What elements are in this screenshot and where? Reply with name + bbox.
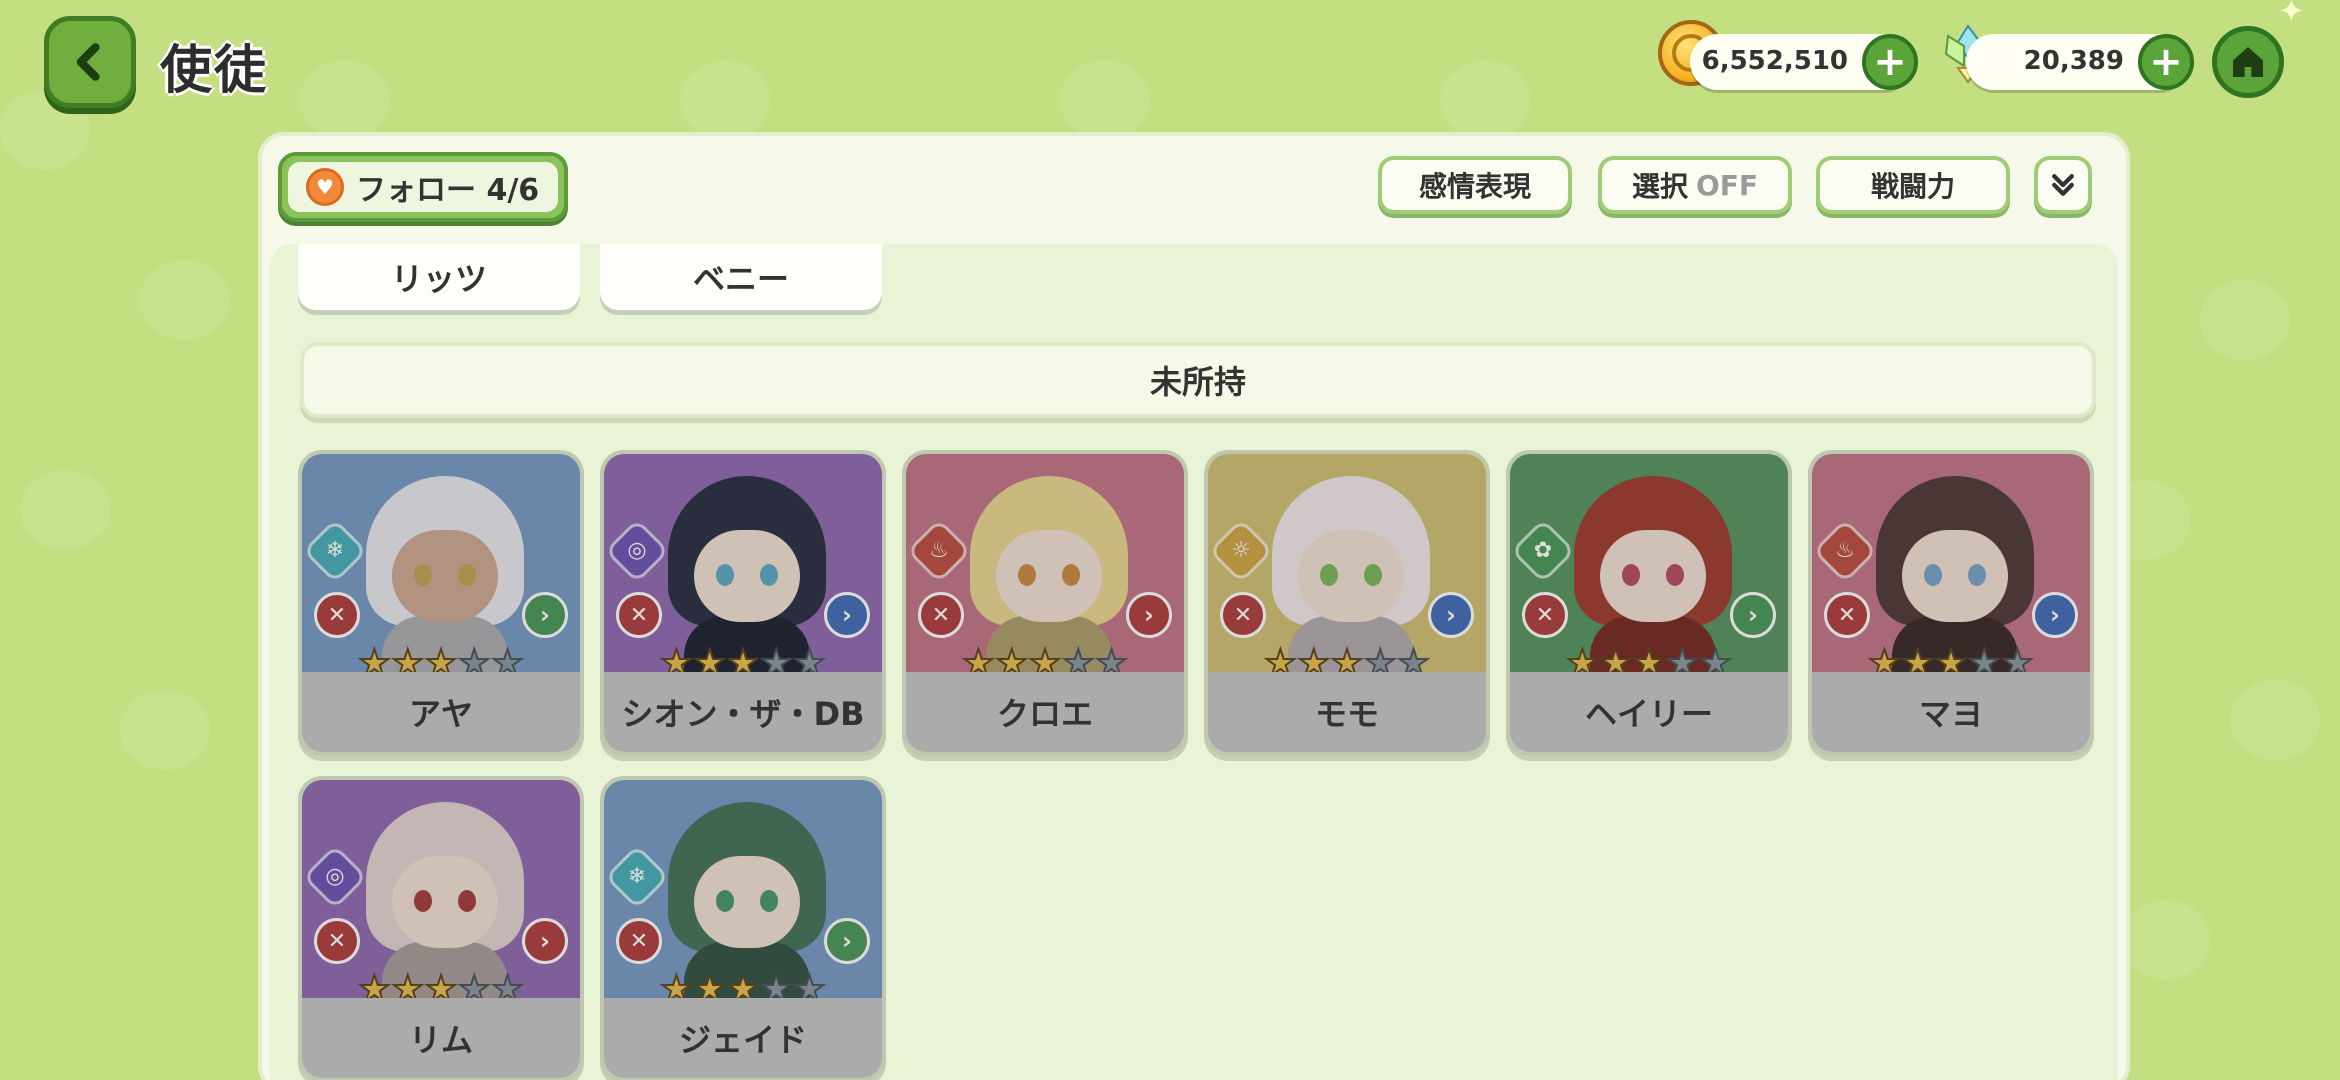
- select-toggle-button[interactable]: 選択 OFF: [1598, 156, 1792, 214]
- sparkle-icon: ✦: [2278, 0, 2305, 30]
- expand-button[interactable]: [2034, 156, 2092, 214]
- character-card[interactable]: ❄ ✕ › ★ ★ ★ ★ ★ アヤ: [298, 450, 584, 756]
- character-name: リム: [302, 998, 580, 1078]
- chevron-left-icon: [76, 43, 100, 81]
- add-crystals-button[interactable]: +: [2138, 34, 2194, 90]
- follow-button[interactable]: ♥ フォロー 4/6: [278, 152, 568, 222]
- crossed-tools-icon: ✕: [616, 918, 662, 964]
- character-portrait: ◎ ✕ › ★ ★ ★ ★ ★: [604, 454, 882, 686]
- follow-button-inner: ♥ フォロー 4/6: [288, 162, 558, 212]
- page-title: 使徒: [160, 41, 269, 101]
- character-portrait: ♨ ✕ › ★ ★ ★ ★ ★: [1812, 454, 2090, 686]
- follow-label: フォロー 4/6: [356, 173, 540, 208]
- select-label: 選択: [1631, 170, 1688, 203]
- character-name: ジェイド: [604, 998, 882, 1078]
- character-name: アヤ: [302, 672, 580, 752]
- back-button[interactable]: [44, 16, 136, 108]
- owned-character-label: リッツ: [390, 260, 487, 298]
- double-chevron-down-icon: [2052, 174, 2074, 196]
- home-button[interactable]: [2212, 26, 2284, 98]
- home-icon: [2233, 47, 2263, 77]
- chevron-right-badge-icon: ›: [522, 592, 568, 638]
- character-portrait: ❄ ✕ › ★ ★ ★ ★ ★: [302, 454, 580, 686]
- character-card[interactable]: ❄ ✕ › ★ ★ ★ ★ ★ ジェイド: [600, 776, 886, 1080]
- heart-icon: ♥: [306, 168, 344, 206]
- character-card[interactable]: ✿ ✕ › ★ ★ ★ ★ ★ ヘイリー: [1506, 450, 1792, 756]
- section-title: 未所持: [1149, 363, 1246, 401]
- chevron-right-badge-icon: ›: [824, 918, 870, 964]
- crystal-counter: 20,389 +: [1966, 34, 2194, 90]
- power-label: 戦闘力: [1870, 170, 1955, 203]
- crossed-tools-icon: ✕: [1824, 592, 1870, 638]
- chevron-right-badge-icon: ›: [2032, 592, 2078, 638]
- chevron-right-badge-icon: ›: [1428, 592, 1474, 638]
- chevron-right-badge-icon: ›: [1126, 592, 1172, 638]
- emotion-label: 感情表現: [1418, 170, 1531, 203]
- character-portrait: ❄ ✕ › ★ ★ ★ ★ ★: [604, 780, 882, 1012]
- add-coins-button[interactable]: +: [1862, 34, 1918, 90]
- character-name: シオン・ザ・DB: [604, 672, 882, 752]
- character-name: マヨ: [1812, 672, 2090, 752]
- crystal-amount: 20,389: [2023, 46, 2124, 76]
- crossed-tools-icon: ✕: [616, 592, 662, 638]
- crossed-tools-icon: ✕: [314, 592, 360, 638]
- owned-character-ritz[interactable]: リッツ: [298, 244, 580, 310]
- character-portrait: ♨ ✕ › ★ ★ ★ ★ ★: [906, 454, 1184, 686]
- character-card[interactable]: ◎ ✕ › ★ ★ ★ ★ ★ シオン・ザ・DB: [600, 450, 886, 756]
- character-card[interactable]: ♨ ✕ › ★ ★ ★ ★ ★ マヨ: [1808, 450, 2094, 756]
- character-card[interactable]: ☼ ✕ › ★ ★ ★ ★ ★ モモ: [1204, 450, 1490, 756]
- coin-amount: 6,552,510: [1701, 46, 1848, 76]
- section-header-unowned: 未所持: [300, 342, 2096, 418]
- chevron-right-badge-icon: ›: [824, 592, 870, 638]
- character-card[interactable]: ♨ ✕ › ★ ★ ★ ★ ★ クロエ: [902, 450, 1188, 756]
- crossed-tools-icon: ✕: [1522, 592, 1568, 638]
- character-portrait: ☼ ✕ › ★ ★ ★ ★ ★: [1208, 454, 1486, 686]
- owned-character-benny[interactable]: ベニー: [600, 244, 882, 310]
- select-state: OFF: [1695, 168, 1759, 202]
- character-portrait: ◎ ✕ › ★ ★ ★ ★ ★: [302, 780, 580, 1012]
- character-card[interactable]: ◎ ✕ › ★ ★ ★ ★ ★ リム: [298, 776, 584, 1080]
- character-name: ヘイリー: [1510, 672, 1788, 752]
- chevron-right-badge-icon: ›: [522, 918, 568, 964]
- character-portrait: ✿ ✕ › ★ ★ ★ ★ ★: [1510, 454, 1788, 686]
- character-name: モモ: [1208, 672, 1486, 752]
- character-name: クロエ: [906, 672, 1184, 752]
- crossed-tools-icon: ✕: [1220, 592, 1266, 638]
- chevron-right-badge-icon: ›: [1730, 592, 1776, 638]
- power-sort-button[interactable]: 戦闘力: [1816, 156, 2010, 214]
- crossed-tools-icon: ✕: [314, 918, 360, 964]
- coin-counter: 6,552,510 +: [1690, 34, 1918, 90]
- emotion-button[interactable]: 感情表現: [1378, 156, 1572, 214]
- owned-character-label: ベニー: [692, 260, 789, 298]
- crossed-tools-icon: ✕: [918, 592, 964, 638]
